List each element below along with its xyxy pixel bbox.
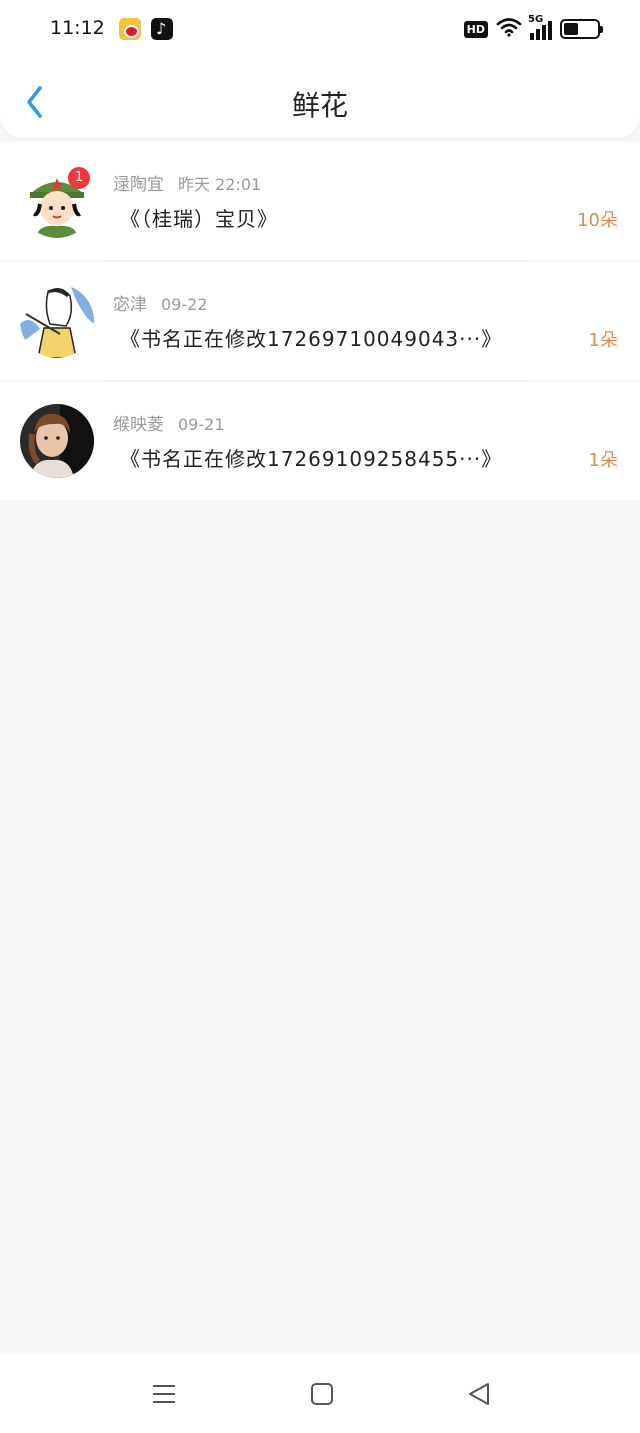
sent-date: 09-22 [161, 295, 208, 314]
tiktok-icon [151, 18, 173, 40]
avatar[interactable] [20, 404, 94, 478]
sent-date: 09-21 [178, 415, 225, 434]
flower-list: 1 逯陶宜 昨天 22:01 《（桂瑞）宝贝》 10朵 宓津 09-22 《书名正在… [0, 142, 640, 502]
flower-count: 1朵 [588, 450, 618, 471]
wifi-icon [496, 17, 522, 41]
signal-bar [530, 33, 534, 40]
weibo-icon [119, 18, 141, 40]
home-icon [311, 1383, 333, 1405]
list-item[interactable]: 1 逯陶宜 昨天 22:01 《（桂瑞）宝贝》 10朵 [0, 142, 640, 262]
system-back-button[interactable] [462, 1377, 496, 1411]
home-button[interactable] [305, 1377, 339, 1411]
sender-name: 宓津 [113, 295, 147, 315]
menu-icon [153, 1385, 175, 1403]
signal-bar [536, 29, 540, 40]
network-type: 5G [528, 14, 544, 25]
status-indicators: HD 5G [463, 14, 603, 42]
hd-indicator: HD [463, 20, 488, 38]
system-navigation-bar [0, 1353, 640, 1433]
navigation-bar: 鲜花 [0, 58, 640, 138]
flower-count: 1朵 [588, 330, 618, 351]
status-time: 11:12 [50, 17, 105, 39]
status-bar: 11:12 HD 5G [0, 0, 640, 58]
signal-bar [548, 21, 552, 40]
top-bar: 11:12 HD 5G [0, 0, 640, 138]
book-title: 《书名正在修改17269109258455···》 [120, 447, 503, 471]
signal-icon: 5G [528, 14, 552, 40]
page-title: 鲜花 [291, 89, 348, 122]
sender-name: 逯陶宜 [113, 175, 164, 195]
list-item[interactable]: 宓津 09-22 《书名正在修改17269710049043···》 1朵 [0, 262, 640, 382]
sender-meta: 逯陶宜 昨天 22:01 [113, 170, 261, 195]
sender-name: 缑映菱 [113, 415, 164, 435]
flower-count: 10朵 [577, 210, 618, 231]
battery-icon [560, 19, 603, 39]
avatar[interactable] [20, 284, 94, 358]
signal-bar [542, 25, 546, 40]
menu-button[interactable] [147, 1377, 181, 1411]
sender-meta: 缑映菱 09-21 [113, 410, 225, 435]
book-title: 《（桂瑞）宝贝》 [120, 207, 278, 231]
battery-level [564, 23, 578, 35]
back-triangle-icon [469, 1383, 489, 1405]
list-item[interactable]: 缑映菱 09-21 《书名正在修改17269109258455···》 1朵 [0, 382, 640, 500]
sender-meta: 宓津 09-22 [113, 290, 208, 315]
book-title: 《书名正在修改17269710049043···》 [120, 327, 503, 351]
sent-date: 昨天 22:01 [178, 175, 262, 194]
notification-badge: 1 [68, 167, 90, 189]
